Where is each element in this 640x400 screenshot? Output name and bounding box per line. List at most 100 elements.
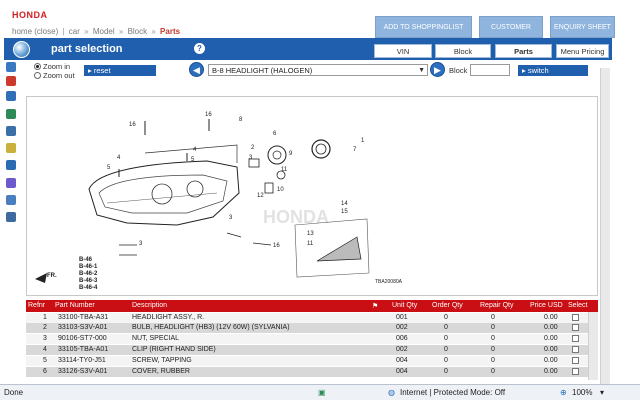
panel-title: part selection — [51, 43, 123, 55]
row-select-checkbox[interactable] — [572, 335, 579, 342]
table-row[interactable]: 3 90106-ST7-000 NUT, SPECIAL 006 0 0 0.0… — [26, 334, 588, 344]
tab-vin[interactable]: VIN — [374, 44, 432, 58]
col-price[interactable]: Price USD — [530, 302, 563, 309]
table-row[interactable]: 4 33105-TBA-A01 CLIP (RIGHT HAND SIDE) 0… — [26, 345, 588, 355]
headlight-diagram: HONDA 16 16 8 1 6 7 5 4 4 5 2 3 10 12 11… — [35, 112, 403, 291]
breadcrumb-model[interactable]: Model — [93, 27, 115, 36]
row-repair-qty[interactable]: 0 — [491, 357, 495, 364]
tool-icon[interactable] — [6, 62, 16, 72]
zoom-out-label: Zoom out — [43, 71, 75, 80]
row-part-number[interactable]: 33100-TBA-A31 — [58, 314, 108, 321]
previous-block-button[interactable]: ◀ — [189, 62, 204, 77]
chevron-down-icon[interactable]: ▾ — [600, 388, 604, 397]
table-row[interactable]: 1 33100-TBA-A31 HEADLIGHT ASSY., R. 001 … — [26, 313, 588, 323]
row-order-qty[interactable]: 0 — [444, 324, 448, 331]
row-price: 0.00 — [544, 357, 558, 364]
table-row[interactable]: 5 33114-TY0-J51 SCREW, TAPPING 004 0 0 0… — [26, 356, 588, 366]
tool-icon[interactable] — [6, 76, 16, 86]
row-ref: 2 — [43, 324, 47, 331]
row-select-checkbox[interactable] — [572, 346, 579, 353]
row-repair-qty[interactable]: 0 — [491, 346, 495, 353]
row-order-qty[interactable]: 0 — [444, 357, 448, 364]
tab-block[interactable]: Block — [435, 44, 491, 58]
breadcrumb-block[interactable]: Block — [128, 27, 148, 36]
tool-icon[interactable] — [6, 109, 16, 119]
col-part-number[interactable]: Part Number — [55, 302, 95, 309]
table-row[interactable]: 6 33126-S3V-A01 COVER, RUBBER 004 0 0 0.… — [26, 367, 588, 377]
row-repair-qty[interactable]: 0 — [491, 335, 495, 342]
security-zone[interactable]: Internet | Protected Mode: Off — [400, 388, 505, 397]
reset-label: reset — [93, 66, 111, 75]
next-block-button[interactable]: ▶ — [430, 62, 445, 77]
tool-icon[interactable] — [6, 160, 16, 170]
tool-icon[interactable] — [6, 195, 16, 205]
col-refnr[interactable]: Refnr — [28, 302, 45, 309]
row-select-checkbox[interactable] — [572, 314, 579, 321]
row-description: BULB, HEADLIGHT (HB3) (12V 60W) (SYLVANI… — [132, 324, 290, 331]
breadcrumb-home[interactable]: home (close) — [12, 27, 58, 36]
callout: 3 — [229, 215, 233, 221]
switch-button[interactable]: ▸ switch — [518, 65, 588, 76]
tool-icon[interactable] — [6, 143, 16, 153]
block-select[interactable]: B-8 HEADLIGHT (HALOGEN) ▼ — [208, 64, 428, 76]
callout: 11 — [281, 167, 288, 173]
tool-icon[interactable] — [6, 212, 16, 222]
block-label: Block — [449, 66, 468, 75]
col-order-qty[interactable]: Order Qty — [432, 302, 463, 309]
tab-menu-pricing[interactable]: Menu Pricing — [556, 44, 609, 58]
callout: 16 — [129, 122, 136, 128]
row-select-checkbox[interactable] — [572, 357, 579, 364]
honda-logo[interactable]: HONDA — [12, 10, 48, 20]
col-unit-qty[interactable]: Unit Qty — [392, 302, 417, 309]
row-part-number[interactable]: 33105-TBA-A01 — [58, 346, 108, 353]
breadcrumb: home (close) | car » Model » Block » Par… — [12, 27, 180, 36]
row-order-qty[interactable]: 0 — [444, 346, 448, 353]
tool-icon[interactable] — [6, 126, 16, 136]
row-select-checkbox[interactable] — [572, 324, 579, 331]
customer-button[interactable]: CUSTOMER — [479, 16, 543, 38]
diagram-code: TBA20080A — [375, 279, 403, 285]
col-description[interactable]: Description — [132, 302, 167, 309]
row-price: 0.00 — [544, 346, 558, 353]
row-part-number[interactable]: 90106-ST7-000 — [58, 335, 107, 342]
col-repair-qty[interactable]: Repair Qty — [480, 302, 513, 309]
zoom-in-radio[interactable]: Zoom in — [34, 62, 70, 71]
row-order-qty[interactable]: 0 — [444, 335, 448, 342]
row-repair-qty[interactable]: 0 — [491, 314, 495, 321]
row-order-qty[interactable]: 0 — [444, 314, 448, 321]
arrow-left-icon: ◀ — [193, 65, 200, 75]
callout: 16 — [205, 112, 212, 118]
row-repair-qty[interactable]: 0 — [491, 368, 495, 375]
row-part-number[interactable]: 33126-S3V-A01 — [58, 368, 107, 375]
parts-diagram[interactable]: HONDA 16 16 8 1 6 7 5 4 4 5 2 3 10 12 11… — [26, 96, 598, 296]
table-row[interactable]: 2 33103-S3V-A01 BULB, HEADLIGHT (HB3) (1… — [26, 323, 588, 333]
row-part-number[interactable]: 33114-TY0-J51 — [58, 357, 106, 364]
callout: 16 — [273, 243, 280, 249]
breadcrumb-car[interactable]: car — [69, 27, 80, 36]
row-price: 0.00 — [544, 335, 558, 342]
tool-icon[interactable] — [6, 91, 16, 101]
zoom-level[interactable]: 100% — [572, 388, 592, 397]
breadcrumb-separator: » — [151, 27, 156, 36]
col-select[interactable]: Select — [568, 302, 587, 309]
help-icon[interactable]: ? — [194, 43, 205, 54]
enquiry-sheet-button[interactable]: ENQUIRY SHEET — [550, 16, 615, 38]
row-repair-qty[interactable]: 0 — [491, 324, 495, 331]
page-scrollbar[interactable] — [600, 68, 610, 384]
callout: 5 — [107, 165, 111, 171]
table-scrollbar[interactable] — [588, 312, 598, 380]
zoom-in-label: Zoom in — [43, 62, 71, 71]
zoom-out-radio[interactable]: Zoom out — [34, 71, 75, 80]
callout: 7 — [353, 147, 357, 153]
row-part-number[interactable]: 33103-S3V-A01 — [58, 324, 107, 331]
col-filter-icon[interactable]: ⚑ — [372, 302, 378, 310]
tab-parts[interactable]: Parts — [495, 44, 552, 58]
row-qty: 006 — [396, 335, 408, 342]
block-ref: B-46-1 — [79, 264, 98, 270]
tool-icon[interactable] — [6, 178, 16, 188]
reset-button[interactable]: ▸ reset — [84, 65, 156, 76]
block-input[interactable] — [470, 64, 510, 76]
row-select-checkbox[interactable] — [572, 368, 579, 375]
add-to-shoppinglist-button[interactable]: ADD TO SHOPPINGLIST — [375, 16, 472, 38]
row-order-qty[interactable]: 0 — [444, 368, 448, 375]
